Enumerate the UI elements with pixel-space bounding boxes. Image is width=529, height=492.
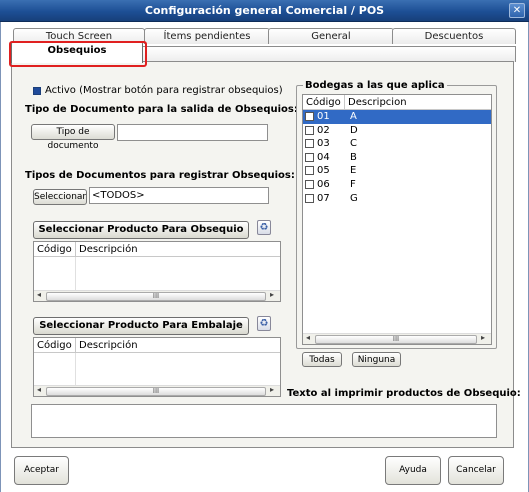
scroll-right-icon[interactable]: ▸ — [270, 385, 274, 394]
col-codigo: Código — [34, 338, 76, 353]
scroll-right-icon[interactable]: ▸ — [270, 290, 274, 299]
texto-imprimir-field[interactable] — [31, 404, 497, 438]
tab-items-pendientes[interactable]: Ítems pendientes — [144, 28, 270, 44]
scroll-right-icon[interactable]: ▸ — [481, 333, 485, 342]
seleccionar-producto-obsequio-button[interactable]: Seleccionar Producto Para Obsequio — [33, 221, 249, 239]
bodega-desc: F — [350, 178, 356, 190]
col-descripcion: Descripción — [79, 340, 138, 351]
bodega-code: 07 — [317, 192, 330, 204]
ayuda-button[interactable]: Ayuda — [385, 456, 441, 485]
tipos-documento-field[interactable]: <TODOS> — [89, 187, 269, 204]
bodega-code: 06 — [317, 178, 330, 190]
grid-col-line — [75, 353, 76, 385]
grid-header: Código Descripción — [34, 338, 280, 353]
col-codigo: Código — [34, 242, 76, 257]
bodega-desc: D — [350, 124, 358, 136]
seleccionar-producto-embalaje-button[interactable]: Seleccionar Producto Para Embalaje — [33, 317, 249, 335]
recycle-icon[interactable]: ♻ — [257, 316, 271, 331]
col-codigo: Código — [303, 95, 345, 110]
scroll-left-icon[interactable]: ◂ — [306, 333, 310, 342]
tipo-documento-button[interactable]: Tipo de documento — [31, 124, 115, 151]
scroll-thumb[interactable]: III — [46, 292, 266, 301]
texto-imprimir-label: Texto al imprimir productos de Obsequio: — [287, 388, 521, 399]
window-title: Configuración general Comercial / POS — [144, 4, 385, 17]
bodega-checkbox[interactable] — [305, 139, 314, 149]
tab-general[interactable]: General — [268, 28, 394, 44]
bodega-checkbox[interactable] — [305, 152, 314, 162]
bodega-row[interactable]: 07 G — [303, 192, 491, 206]
tab-descuentos[interactable]: Descuentos — [392, 28, 516, 44]
bodega-row[interactable]: 02 D — [303, 124, 491, 138]
bodega-row[interactable]: 05 E — [303, 164, 491, 178]
bodega-row[interactable]: 01 A — [303, 110, 491, 124]
tipo-documento-field[interactable] — [117, 124, 268, 141]
highlight-box — [9, 41, 147, 67]
cancelar-button[interactable]: Cancelar — [448, 456, 504, 485]
bodega-desc: B — [350, 151, 357, 163]
tipos-doc-registrar-heading: Tipos de Documentos para registrar Obseq… — [25, 170, 295, 181]
bodega-code: 05 — [317, 165, 330, 177]
embalaje-hscroll[interactable]: ◂ III ▸ — [34, 385, 280, 396]
obsequio-grid[interactable]: Código Descripción ◂ III ▸ — [33, 241, 281, 302]
grid-col-line — [75, 257, 76, 290]
bodegas-header: Código Descripcion — [303, 95, 491, 110]
col-descripcion: Descripcion — [348, 97, 407, 108]
recycle-icon[interactable]: ♻ — [257, 220, 271, 235]
seleccionar-button[interactable]: Seleccionar — [33, 189, 87, 205]
bodega-checkbox[interactable] — [305, 193, 314, 203]
activo-label: Activo (Mostrar botón para registrar obs… — [45, 85, 283, 96]
scroll-thumb[interactable]: III — [315, 335, 477, 344]
scroll-left-icon[interactable]: ◂ — [37, 385, 41, 394]
bodega-checkbox[interactable] — [305, 125, 314, 135]
tab-strip — [143, 46, 516, 62]
bodega-desc: E — [350, 165, 357, 177]
bodega-desc: C — [350, 138, 357, 150]
col-descripcion: Descripción — [79, 244, 138, 255]
close-icon[interactable]: ✕ — [509, 3, 525, 18]
activo-checkbox[interactable] — [33, 87, 41, 95]
bodega-code: 01 — [317, 111, 330, 122]
todas-button[interactable]: Todas — [302, 352, 342, 367]
embalaje-grid[interactable]: Código Descripción ◂ III ▸ — [33, 337, 281, 397]
grid-header: Código Descripción — [34, 242, 280, 257]
bodegas-hscroll[interactable]: ◂ III ▸ — [303, 333, 491, 344]
bodegas-title: Bodegas a las que aplica — [303, 80, 447, 91]
bodega-row[interactable]: 03 C — [303, 137, 491, 151]
scroll-left-icon[interactable]: ◂ — [37, 290, 41, 299]
bodegas-list[interactable]: Código Descripcion 01 A 02 D 03 C 04 B 05 E 06 F 07 G … — [302, 94, 492, 345]
ninguna-button[interactable]: Ninguna — [352, 352, 401, 367]
bodega-code: 02 — [317, 124, 330, 136]
obsequio-hscroll[interactable]: ◂ III ▸ — [34, 290, 280, 301]
bodega-row[interactable]: 06 F — [303, 178, 491, 192]
bodegas-rows: 01 A 02 D 03 C 04 B 05 E 06 F 07 G — [303, 110, 491, 205]
bodega-checkbox[interactable] — [305, 179, 314, 189]
bodega-row[interactable]: 04 B — [303, 151, 491, 165]
tipo-doc-salida-heading: Tipo de Documento para la salida de Obse… — [25, 104, 298, 115]
aceptar-button[interactable]: Aceptar — [14, 456, 69, 485]
bodega-code: 04 — [317, 151, 330, 163]
bodega-desc: A — [350, 111, 357, 122]
bodega-checkbox[interactable] — [305, 166, 314, 176]
bodega-checkbox[interactable] — [305, 112, 314, 121]
bodega-desc: G — [350, 192, 358, 204]
bodega-code: 03 — [317, 138, 330, 150]
scroll-thumb[interactable]: III — [46, 387, 266, 396]
